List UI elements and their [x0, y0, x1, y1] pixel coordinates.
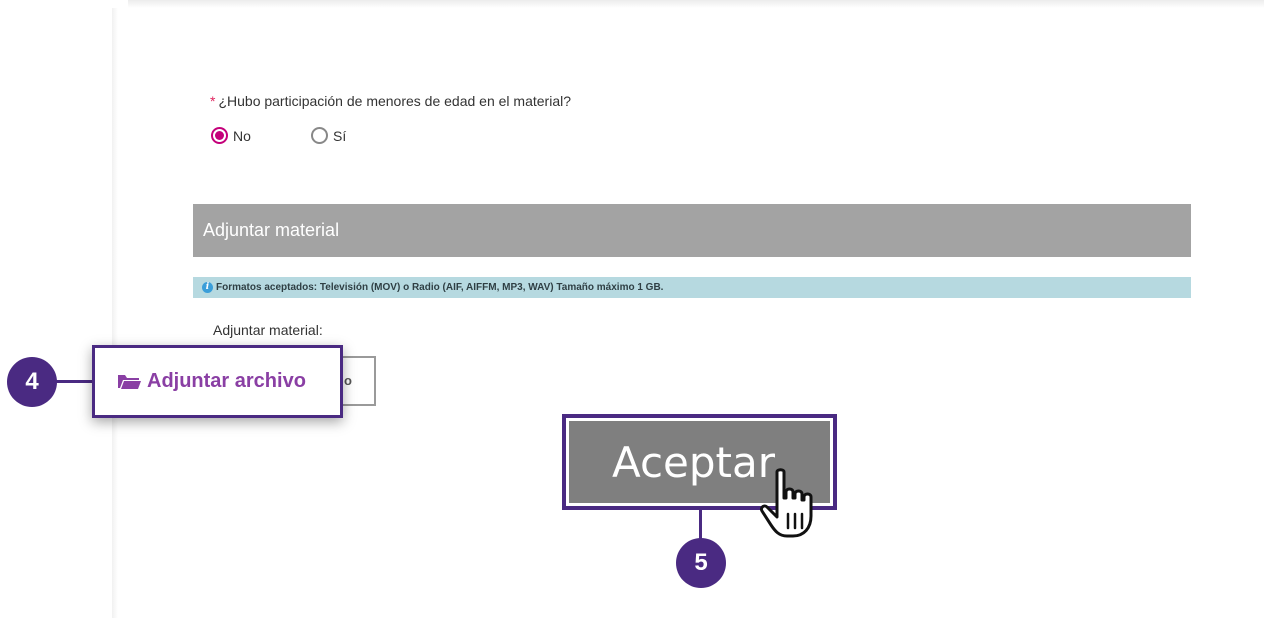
radio-button-no[interactable] [211, 127, 228, 144]
question-text: ¿Hubo participación de menores de edad e… [218, 93, 571, 109]
attach-file-callout-label: Adjuntar archivo [147, 370, 306, 392]
radio-option-no[interactable]: No [211, 127, 251, 144]
hand-pointer-icon [760, 468, 813, 538]
step5-badge: 5 [676, 538, 726, 588]
radio-label-no: No [233, 127, 251, 144]
step4-connector [56, 380, 92, 383]
step4-badge: 4 [7, 357, 57, 407]
attach-field-label: Adjuntar material: [213, 322, 323, 338]
info-icon: i [202, 282, 213, 293]
left-divider [112, 8, 118, 618]
formats-info-text: Formatos aceptados: Televisión (MOV) o R… [216, 282, 664, 293]
attach-section-header: Adjuntar material [193, 204, 1191, 257]
radio-option-si[interactable]: Sí [311, 127, 346, 144]
step5-connector [699, 508, 702, 540]
attach-file-button-label: o [344, 373, 352, 388]
attach-file-callout[interactable]: Adjuntar archivo [92, 345, 343, 418]
folder-open-icon [118, 375, 141, 389]
required-mark: * [210, 93, 216, 109]
top-divider [128, 0, 1264, 8]
radio-button-si[interactable] [311, 127, 328, 144]
minors-question: * ¿Hubo participación de menores de edad … [210, 93, 571, 109]
formats-info-bar: i Formatos aceptados: Televisión (MOV) o… [193, 277, 1191, 298]
radio-label-si: Sí [333, 127, 347, 144]
